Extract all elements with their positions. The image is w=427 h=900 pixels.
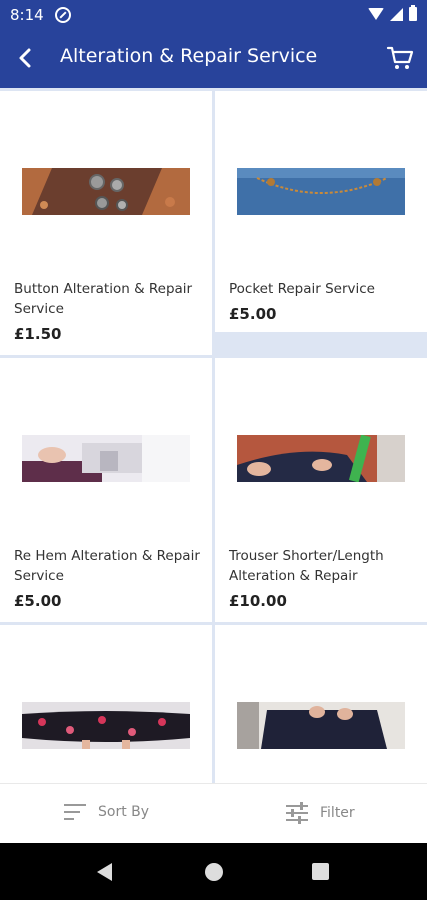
back-button[interactable] [10,42,42,74]
signal-icon [390,7,403,21]
sync-icon [55,7,71,23]
filter-button[interactable]: Filter [286,802,355,824]
sort-icon [64,804,86,820]
nav-recents-icon[interactable] [312,863,329,880]
product-card-re-hem[interactable]: Re Hem Alteration & Repair Service £5.00 [0,358,212,622]
product-card-6[interactable] [215,625,427,783]
filter-label: Filter [320,805,355,821]
wifi-icon [368,8,384,20]
back-arrow-icon [19,48,31,68]
product-card-5[interactable] [0,625,212,783]
product-image [237,435,405,482]
battery-icon [409,5,417,21]
cart-icon [386,46,414,69]
product-image [22,435,190,482]
product-image [237,168,405,215]
status-bar: 8:14 [0,0,427,30]
status-time: 8:14 [10,6,44,24]
sort-by-button[interactable]: Sort By [64,802,149,822]
product-card-button-repair[interactable]: Button Alteration & Repair Service £1.50 [0,91,212,355]
toolbar: Alteration & Repair Service [0,30,427,88]
page-title: Alteration & Repair Service [60,45,318,67]
product-name: Re Hem Alteration & Repair Service [14,548,200,584]
product-price: £1.50 [14,325,62,343]
nav-back-icon[interactable] [97,863,112,881]
product-image [22,168,190,215]
bottom-action-bar: Sort By Filter [0,783,427,843]
cart-button[interactable] [385,43,415,73]
product-card-pocket-repair[interactable]: Pocket Repair Service £5.00 [215,91,427,332]
product-image [237,702,405,749]
product-card-trouser-length[interactable]: Trouser Shorter/Length Alteration & Repa… [215,358,427,622]
filter-icon [286,802,308,824]
sort-by-label: Sort By [98,804,150,820]
product-price: £10.00 [229,592,287,610]
nav-home-icon[interactable] [205,863,223,881]
product-name: Trouser Shorter/Length Alteration & Repa… [229,548,384,584]
product-price: £5.00 [229,305,277,323]
app-header: 8:14 Alteration & Repair Service [0,0,427,88]
product-name: Pocket Repair Service [229,281,375,297]
product-name: Button Alteration & Repair Service [14,281,193,317]
product-image [22,702,190,749]
product-price: £5.00 [14,592,62,610]
status-indicators [368,5,417,21]
product-grid: Button Alteration & Repair Service £1.50… [0,88,427,783]
system-nav-bar [0,843,427,900]
